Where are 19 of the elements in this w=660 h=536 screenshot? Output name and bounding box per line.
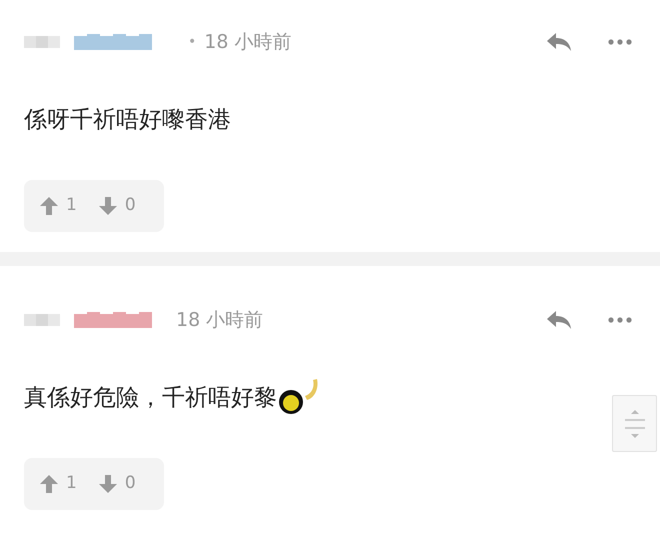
reply-icon[interactable] xyxy=(546,32,572,52)
downvote-button[interactable]: 0 xyxy=(98,193,136,219)
downvote-button[interactable]: 0 xyxy=(98,471,136,497)
upvote-button[interactable]: 1 xyxy=(40,471,77,497)
reply-icon[interactable] xyxy=(546,310,572,330)
separator-dot: • xyxy=(188,32,196,52)
downvote-icon xyxy=(98,197,117,215)
more-icon[interactable] xyxy=(608,317,632,323)
downvote-icon xyxy=(98,475,117,493)
upvote-button[interactable]: 1 xyxy=(40,193,77,219)
comment-text: 係呀千祈唔好嚟香港 xyxy=(24,106,231,135)
timestamp: 18 小時前 xyxy=(176,308,264,333)
scroll-icon xyxy=(624,408,646,440)
more-icon[interactable] xyxy=(608,39,632,45)
timestamp: 18 小時前 xyxy=(204,30,292,55)
upvote-icon xyxy=(40,197,58,215)
upvote-icon xyxy=(40,475,58,493)
comment-text: 真係好危險，千祈唔好黎 xyxy=(24,384,277,413)
scroll-handle[interactable] xyxy=(612,395,657,452)
